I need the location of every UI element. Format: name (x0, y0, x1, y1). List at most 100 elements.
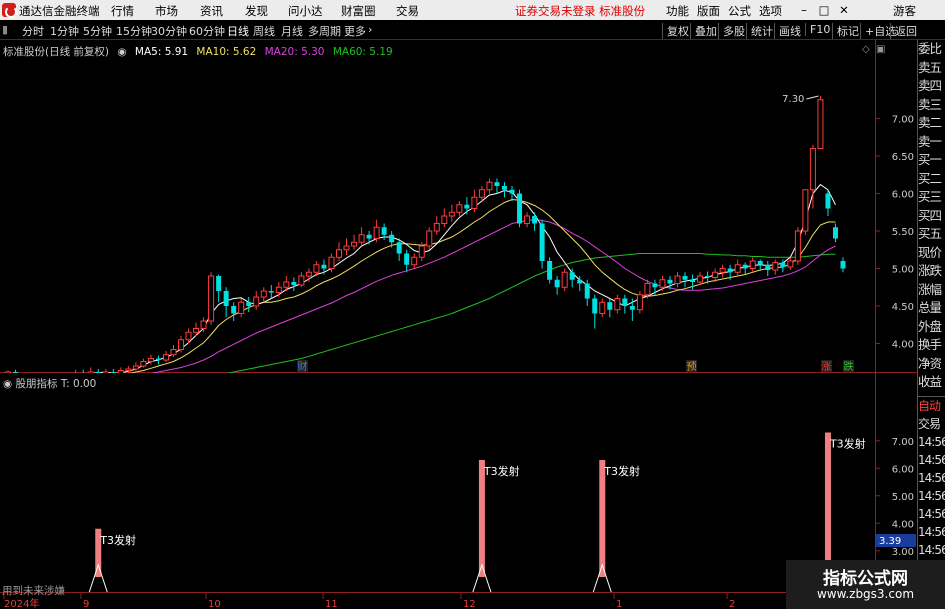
candle-body (682, 276, 688, 280)
candle-body (840, 261, 846, 269)
candle-body (283, 281, 290, 288)
side-label[interactable]: 卖四 (918, 77, 945, 96)
period-30min[interactable]: 30分钟 (151, 23, 187, 39)
side-label[interactable]: 净资 (918, 355, 945, 374)
candle-body (614, 298, 621, 311)
menu-news[interactable]: 资讯 (200, 3, 223, 19)
user-label[interactable]: 游客 (893, 3, 916, 19)
candle-body (667, 279, 673, 284)
side-lower-label[interactable]: 14:56 (918, 469, 945, 487)
side-label[interactable]: 买五 (918, 225, 945, 244)
side-label[interactable]: 卖五 (918, 59, 945, 78)
candle-body (592, 298, 598, 314)
indicator-tick-label: 5.00 (892, 492, 914, 503)
settings-circle-icon[interactable]: ◉ (3, 378, 12, 390)
period-tick[interactable]: 分时 (22, 23, 44, 39)
kline-chart[interactable]: ◇▣3.504.004.505.005.506.006.507.007.303.… (0, 40, 917, 373)
side-label[interactable]: 涨幅 (918, 281, 945, 300)
side-lower-label[interactable]: 14:56 (918, 433, 945, 451)
tool-options[interactable]: 选项 (759, 3, 782, 19)
candle-body (539, 223, 545, 261)
candle-body (343, 245, 350, 251)
menu-quotes[interactable]: 行情 (111, 3, 134, 19)
time-tick-label: 12 (463, 599, 476, 609)
side-label[interactable]: 买四 (918, 207, 945, 226)
side-label[interactable]: 买二 (918, 170, 945, 189)
side-label[interactable]: 卖二 (918, 114, 945, 133)
minimize-icon[interactable]: – (796, 2, 812, 18)
collapse-icon[interactable]: ▮ (2, 23, 8, 36)
side-label[interactable]: 买三 (918, 188, 945, 207)
menu-market[interactable]: 市场 (155, 3, 178, 19)
side-label[interactable]: 买一 (918, 151, 945, 170)
btn-draw[interactable]: 画线 (774, 23, 801, 39)
candle-body (787, 260, 794, 268)
side-label[interactable]: 换手 (918, 336, 945, 355)
btn-f10[interactable]: F10 (805, 23, 830, 36)
period-15min[interactable]: 15分钟 (116, 23, 152, 39)
btn-overlay[interactable]: 叠加 (690, 23, 717, 39)
candle-body (644, 283, 651, 296)
indicator-title[interactable]: 股朋指标 T: 0.00 (16, 378, 97, 390)
period-5min[interactable]: 5分钟 (83, 23, 112, 39)
close-icon[interactable]: ✕ (836, 2, 852, 18)
time-tick-label: 10 (208, 599, 221, 609)
login-notice[interactable]: 证券交易未登录 标准股份 (515, 3, 645, 19)
btn-mark[interactable]: 标记 (832, 23, 859, 39)
candle-body (517, 193, 523, 224)
candle-body (223, 291, 229, 306)
btn-statistics[interactable]: 统计 (746, 23, 773, 39)
indicator-chart[interactable]: 2.003.004.005.006.007.003.39T3发射T3发射T3发射… (0, 373, 917, 609)
menu-discover[interactable]: 发现 (245, 3, 268, 19)
tool-function[interactable]: 功能 (666, 3, 689, 19)
settings-circle-icon[interactable]: ◉ (117, 46, 126, 58)
btn-adjust[interactable]: 复权 (662, 23, 689, 39)
menu-trade[interactable]: 交易 (396, 3, 419, 19)
side-lower-label[interactable]: 自动 (918, 397, 945, 415)
current-value-label: 3.39 (879, 536, 901, 547)
side-label[interactable]: 外盘 (918, 318, 945, 337)
side-lower-label[interactable]: 14:56 (918, 487, 945, 505)
signal-label: T3发射 (603, 464, 640, 478)
side-lower-label[interactable]: 14:56 (918, 523, 945, 541)
candle-body (389, 234, 395, 243)
side-label[interactable]: 总量 (918, 299, 945, 318)
tool-formula[interactable]: 公式 (728, 3, 751, 19)
price-tick-label: 4.50 (892, 302, 914, 313)
period-daily[interactable]: 日线 (227, 23, 249, 39)
candle-body (275, 286, 282, 293)
side-label[interactable]: 卖三 (918, 96, 945, 115)
side-lower-label[interactable]: 14:56 (918, 541, 945, 559)
side-label[interactable]: 涨跌 (918, 262, 945, 281)
period-60min[interactable]: 60分钟 (189, 23, 225, 39)
period-monthly[interactable]: 月线 (281, 23, 303, 39)
btn-back[interactable]: 返回 (890, 23, 917, 39)
btn-multi-stock[interactable]: 多股 (718, 23, 745, 39)
candle-body (216, 276, 222, 291)
menu-xiaoda[interactable]: 问小达 (288, 3, 323, 19)
maximize-icon[interactable]: □ (816, 2, 832, 18)
watermark-url: www.zbgs3.com (816, 587, 915, 601)
stock-title[interactable]: 标准股份(日线 前复权) (3, 46, 109, 58)
period-weekly[interactable]: 周线 (253, 23, 275, 39)
side-lower-label[interactable]: 14:56 (918, 505, 945, 523)
diamond-icon: ◇ (862, 44, 870, 55)
candle-body (727, 268, 733, 273)
side-label[interactable]: 现价 (918, 244, 945, 263)
period-multi[interactable]: 多周期 (308, 23, 341, 39)
candle-body (584, 283, 590, 299)
side-label[interactable]: 卖一 (918, 133, 945, 152)
side-label[interactable]: 收益 (918, 373, 945, 392)
side-lower-label[interactable]: 交易 (918, 415, 945, 433)
side-lower-label[interactable]: 14:56 (918, 451, 945, 469)
candle-body (547, 261, 553, 280)
period-more[interactable]: 更多 (344, 23, 366, 39)
chevron-right-icon[interactable]: › (368, 23, 372, 36)
menu-wealth[interactable]: 财富圈 (341, 3, 376, 19)
side-label[interactable]: 委比 (918, 40, 945, 59)
candle-body (509, 189, 515, 194)
time-tick-label: 9 (83, 599, 89, 609)
period-1min[interactable]: 1分钟 (50, 23, 79, 39)
indicator-info-line: ◉ 股朋指标 T: 0.00 (3, 376, 96, 391)
tool-layout[interactable]: 版面 (697, 3, 720, 19)
